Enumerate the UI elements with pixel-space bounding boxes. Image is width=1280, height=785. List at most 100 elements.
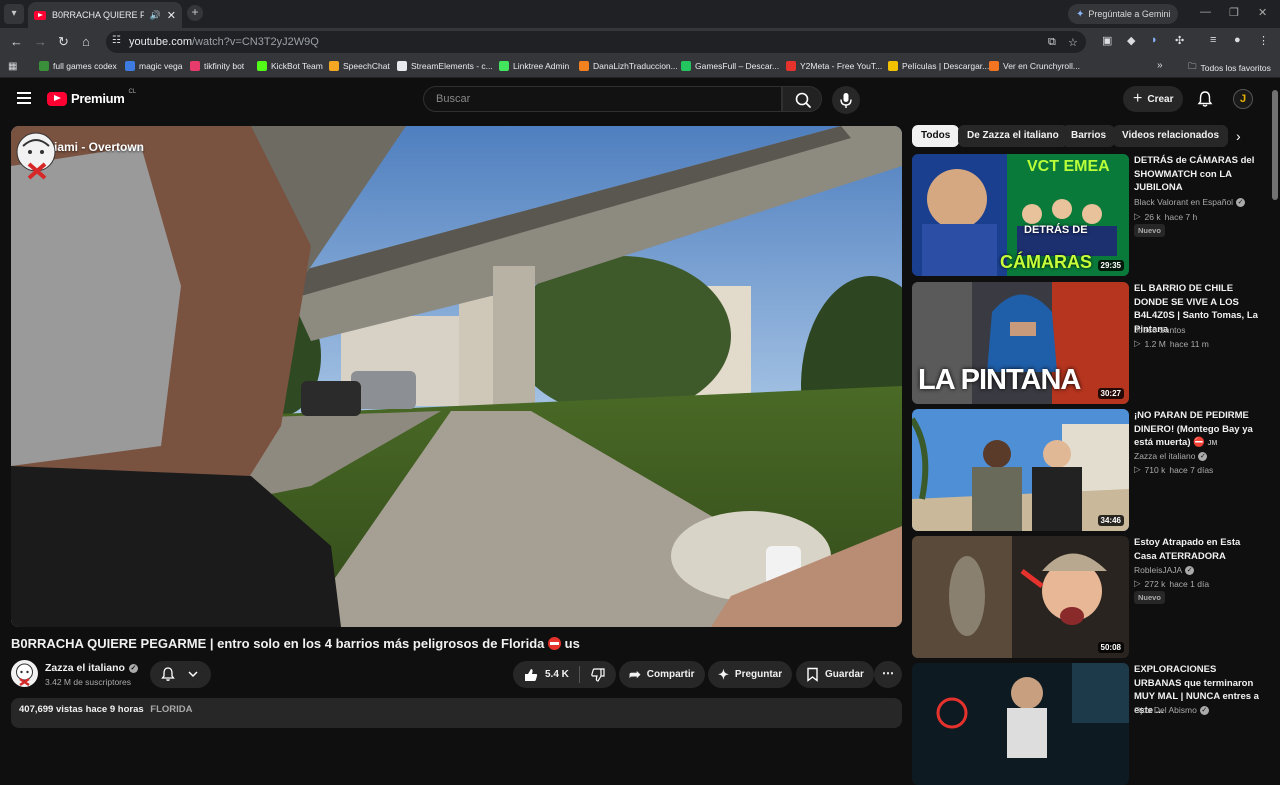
voice-search-button[interactable] — [832, 86, 860, 114]
bookmark-item[interactable]: Películas | Descargar... — [888, 61, 989, 71]
minimize-icon[interactable]: — — [1200, 6, 1211, 18]
thumbnail-image — [912, 409, 1129, 531]
bookmark-item[interactable]: Ver en Crunchyroll... — [989, 61, 1080, 71]
ask-button[interactable]: ✦ Preguntar — [708, 661, 793, 688]
thumbs-down-icon[interactable] — [590, 667, 606, 683]
subscription-bell-button[interactable] — [150, 661, 211, 688]
bookmarks-overflow-icon[interactable]: » — [1157, 60, 1163, 71]
search-input[interactable] — [424, 87, 781, 111]
recommendation-item[interactable]: LA PINTANA 30:27 EL BARRIO DE CHILE DOND… — [912, 282, 1272, 404]
back-icon[interactable]: ← — [10, 34, 23, 49]
apps-grid-icon[interactable]: ▦ — [8, 61, 17, 72]
extensions-puzzle-icon[interactable]: ✣ — [1175, 34, 1184, 47]
page-scrollbar[interactable] — [1272, 90, 1278, 200]
bookmark-favicon-icon — [579, 61, 589, 71]
forward-icon[interactable]: → — [34, 34, 47, 49]
recommendation-thumbnail[interactable]: VCT EMEA DETRÁS DE CÁMARAS 29:35 — [912, 154, 1129, 276]
recommendation-channel[interactable]: Ojos Del Abismo ✓ — [1134, 705, 1209, 715]
recommendation-item[interactable]: EXPLORACIONES URBANAS que terminaron MUY… — [912, 663, 1272, 785]
recommendation-thumbnail[interactable]: 50:08 — [912, 536, 1129, 658]
save-button[interactable]: Guardar — [796, 661, 874, 688]
more-actions-button[interactable]: ⋯ — [874, 661, 902, 688]
recommendation-item[interactable]: VCT EMEA DETRÁS DE CÁMARAS 29:35 DETRÁS … — [912, 154, 1272, 276]
search-button[interactable] — [782, 86, 822, 112]
video-player[interactable]: Miami - Overtown — [11, 126, 902, 627]
thumb-line2-text: CÁMARAS — [1000, 252, 1092, 272]
recommendation-thumbnail[interactable] — [912, 663, 1129, 785]
account-avatar[interactable]: J — [1233, 89, 1253, 109]
reload-icon[interactable]: ↻ — [58, 34, 69, 50]
bookmark-star-icon[interactable]: ☆ — [1068, 36, 1078, 49]
views-play-icon: ▷ — [1134, 211, 1141, 221]
youtube-logo[interactable]: Premium CL — [47, 89, 136, 106]
speaker-icon[interactable]: 🔊 — [150, 10, 161, 21]
maximize-icon[interactable]: ❐ — [1229, 6, 1239, 19]
bookmark-item[interactable]: magic vega — [125, 61, 182, 71]
browser-tab-bar: ▾ B0RRACHA QUIERE PEGARME | entro solo 🔊… — [0, 0, 1280, 28]
chip-related[interactable]: Videos relacionados — [1113, 125, 1229, 147]
bookmark-item[interactable]: DanaLizhTraduccion... — [579, 61, 678, 71]
close-window-icon[interactable]: ✕ — [1258, 6, 1267, 19]
duration-badge: 50:08 — [1097, 642, 1124, 653]
home-icon[interactable]: ⌂ — [82, 34, 90, 49]
recommendation-thumbnail[interactable]: LA PINTANA 30:27 — [912, 282, 1129, 404]
notifications-bell-icon[interactable] — [1196, 90, 1214, 108]
new-badge: Nuevo — [1134, 224, 1165, 237]
media-controls-icon[interactable]: ≡ — [1210, 34, 1216, 46]
channel-name[interactable]: Zazza el italiano ✓ — [45, 662, 138, 674]
recommendation-title[interactable]: DETRÁS de CÁMARAS del SHOWMATCH con LA J… — [1134, 154, 1264, 195]
guide-menu-icon[interactable] — [17, 92, 31, 104]
recommendation-item[interactable]: 50:08 Estoy Atrapado en Esta Casa ATERRA… — [912, 536, 1272, 658]
recommendation-channel[interactable]: RobleisJAJA ✓ — [1134, 565, 1195, 575]
like-button[interactable]: 5.4 K — [523, 667, 569, 683]
bell-and-chevron-icon — [161, 667, 198, 681]
site-info-icon[interactable]: ☷ — [112, 35, 121, 46]
bookmark-item[interactable]: StreamElements - c... — [397, 61, 493, 71]
close-tab-icon[interactable]: ✕ — [167, 9, 176, 22]
recommendation-title[interactable]: Estoy Atrapado en Esta Casa ATERRADORA — [1134, 536, 1264, 563]
recommendation-thumbnail[interactable]: 34:46 — [912, 409, 1129, 531]
channel-watermark-icon[interactable] — [11, 126, 61, 190]
view-count: 407,699 vistas — [19, 704, 83, 715]
bookmark-item[interactable]: Y2Meta - Free YouT... — [786, 61, 882, 71]
new-badge: Nuevo — [1134, 591, 1165, 604]
bookmark-item[interactable]: tikfinity bot — [190, 61, 244, 71]
profile-icon[interactable]: ● — [1234, 34, 1241, 46]
bookmark-item[interactable]: full games codex — [39, 61, 117, 71]
chip-all[interactable]: Todos — [912, 125, 960, 147]
recommendation-channel[interactable]: Black Valorant en Español ✓ — [1134, 197, 1246, 207]
verified-icon: ✓ — [128, 663, 138, 673]
address-bar[interactable]: ☷ youtube.com/watch?v=CN3T2yJ2W9Q ⧉ ☆ — [106, 31, 1086, 53]
recommendation-item[interactable]: 34:46 ¡NO PARAN DE PEDIRME DINERO! (Mont… — [912, 409, 1272, 531]
extension-1-icon[interactable]: ▣ — [1102, 34, 1112, 47]
bookmark-item[interactable]: Linktree Admin — [499, 61, 569, 71]
browser-menu-icon[interactable]: ⋮ — [1258, 34, 1269, 47]
new-tab-button[interactable]: + — [187, 5, 203, 21]
all-bookmarks-folder[interactable]: 🗀 Todos los favoritos — [1188, 61, 1271, 75]
chips-next-icon[interactable]: › — [1236, 128, 1241, 144]
video-title: B0RRACHA QUIERE PEGARME | entro solo en … — [11, 636, 580, 651]
create-button[interactable]: + Crear — [1123, 86, 1184, 112]
tab-title: B0RRACHA QUIERE PEGARME | entro solo — [52, 10, 144, 20]
share-button[interactable]: ➦ Compartir — [619, 661, 705, 688]
recommendation-channel[interactable]: Zazza el italiano ✓ — [1134, 451, 1208, 461]
channel-avatar[interactable] — [11, 660, 38, 687]
extension-2-icon[interactable]: ◆ — [1127, 34, 1135, 47]
description-box[interactable]: 407,699 vistas hace 9 horas FLORIDA — [11, 698, 902, 728]
bookmark-item[interactable]: SpeechChat — [329, 61, 390, 71]
tab-search-button[interactable]: ▾ — [4, 4, 24, 24]
hashtag[interactable]: FLORIDA — [150, 704, 192, 715]
chip-barrios[interactable]: Barrios — [1062, 125, 1116, 147]
extension-3-icon[interactable]: ◗ — [1151, 34, 1158, 46]
verified-icon: ✓ — [1236, 197, 1246, 207]
no-entry-icon: ⛔ — [1193, 437, 1205, 448]
browser-tab[interactable]: B0RRACHA QUIERE PEGARME | entro solo 🔊 ✕ — [28, 2, 182, 28]
bookmark-item[interactable]: GamesFull – Descar... — [681, 61, 779, 71]
gemini-button[interactable]: ✦ Pregúntale a Gemini — [1068, 4, 1179, 24]
chip-from-channel[interactable]: De Zazza el italiano — [958, 125, 1068, 147]
recommendation-title[interactable]: ¡NO PARAN DE PEDIRME DINERO! (Montego Ba… — [1134, 409, 1264, 451]
cast-icon[interactable]: ⧉ — [1048, 36, 1056, 49]
recommendation-channel[interactable]: Joaco Santos — [1134, 325, 1186, 335]
bookmark-item[interactable]: KickBot Team — [257, 61, 323, 71]
browser-toolbar: ← → ↻ ⌂ ☷ youtube.com/watch?v=CN3T2yJ2W9… — [0, 28, 1280, 56]
